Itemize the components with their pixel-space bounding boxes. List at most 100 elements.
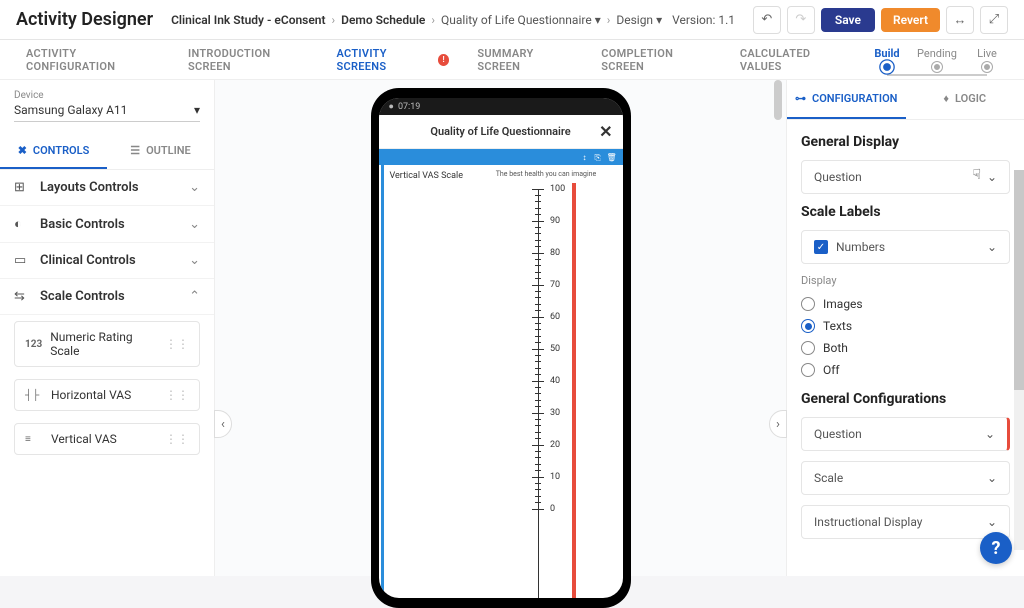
accordion-question[interactable]: Question ☟ ⌄ [801, 160, 1010, 194]
collapse-left-button[interactable]: ‹ [214, 410, 232, 438]
expand-h-button[interactable]: ↔ [946, 6, 974, 34]
vas-tick [535, 272, 541, 273]
right-scrollbar[interactable] [1014, 170, 1024, 550]
chevron-down-icon: ⌄ [189, 180, 200, 195]
tab-introduction-screen[interactable]: INTRODUCTION SCREEN [174, 35, 322, 85]
vas-tick [535, 342, 541, 343]
tab-outline[interactable]: ☰OUTLINE [107, 134, 214, 169]
vas-tick [535, 355, 541, 356]
chevron-down-icon: ⌄ [985, 427, 995, 441]
stage-live[interactable]: Live [977, 47, 997, 60]
vas-tick [535, 329, 541, 330]
vas-tick [535, 489, 541, 490]
tab-completion-screen[interactable]: COMPLETION SCREEN [587, 35, 726, 85]
radio-both[interactable]: Both [801, 337, 1010, 359]
chevron-down-icon: ⌄ [987, 515, 997, 529]
vas-tick-label: 50 [550, 344, 560, 354]
vas-tick [535, 227, 541, 228]
toggle-icon: ◐ [14, 216, 30, 232]
checkbox-checked-icon[interactable]: ✓ [814, 240, 828, 254]
tab-activity-configuration[interactable]: ACTIVITY CONFIGURATION [12, 35, 174, 85]
vas-tick [532, 381, 544, 382]
vas-tick [535, 400, 541, 401]
crumb-3[interactable]: Design ▾ [616, 13, 662, 27]
tab-summary-screen[interactable]: SUMMARY SCREEN [463, 35, 587, 85]
crumb-2[interactable]: Quality of Life Questionnaire ▾ [441, 13, 601, 27]
radio-images[interactable]: Images [801, 293, 1010, 315]
control-horizontal-vas[interactable]: ┤├ Horizontal VAS ⋮⋮ [14, 379, 200, 411]
drag-handle-icon[interactable]: ⋮⋮ [165, 432, 189, 446]
cursor-icon: ☟ [972, 167, 981, 183]
stage-pending[interactable]: Pending [917, 47, 957, 60]
tab-calculated-values[interactable]: CALCULATED VALUES [726, 35, 862, 85]
undo-button[interactable]: ↶ [753, 6, 781, 34]
accordion-gen-instructional[interactable]: Instructional Display⌄ [801, 505, 1010, 539]
group-basic-controls[interactable]: ◐ Basic Controls ⌄ [0, 206, 214, 243]
app-title: Activity Designer [16, 9, 153, 30]
vas-tick [535, 201, 541, 202]
tab-controls[interactable]: ✖CONTROLS [0, 134, 107, 169]
vas-tick [535, 483, 541, 484]
vas-top-hint: The best health you can imagine [496, 171, 597, 179]
device-label: Device [14, 90, 200, 101]
vas-tick [532, 509, 544, 510]
accordion-gen-question[interactable]: Question⌄ [801, 417, 1010, 451]
vas-scale[interactable]: 1009080706050403020100 [516, 183, 576, 598]
canvas-scrollbar[interactable] [774, 80, 782, 576]
vas-tick [535, 432, 541, 433]
group-layouts-controls[interactable]: ⊞ Layouts Controls ⌄ [0, 170, 214, 206]
vas-tick-label: 40 [550, 376, 560, 386]
close-icon[interactable]: ✕ [599, 122, 612, 141]
tab-logic[interactable]: ♦LOGIC [906, 80, 1024, 119]
vas-tick-label: 80 [550, 248, 560, 258]
vas-tick [535, 470, 541, 471]
vas-tick-label: 20 [550, 440, 560, 450]
vas-tick [532, 445, 544, 446]
vas-tick [535, 304, 541, 305]
reorder-icon[interactable]: ↕ [583, 153, 591, 161]
vas-tick [535, 393, 541, 394]
revert-button[interactable]: Revert [881, 8, 940, 32]
device-preview: ● 07:19 Quality of Life Questionnaire ✕ … [371, 88, 631, 608]
chevron-down-icon: ⌄ [189, 253, 200, 268]
delete-icon[interactable]: 🗑 [607, 153, 615, 161]
chevron-down-icon: ▾ [656, 13, 662, 27]
accordion-gen-scale[interactable]: Scale⌄ [801, 461, 1010, 495]
tab-configuration[interactable]: ⊶CONFIGURATION [787, 80, 906, 119]
device-select[interactable]: Samsung Galaxy A11▾ [14, 103, 200, 122]
control-numeric-rating-scale[interactable]: 123 Numeric Rating Scale ⋮⋮ [14, 321, 200, 367]
save-button[interactable]: Save [821, 8, 875, 32]
radio-texts[interactable]: Texts [801, 315, 1010, 337]
control-vertical-vas[interactable]: ≡ Vertical VAS ⋮⋮ [14, 423, 200, 455]
chevron-down-icon: ⌄ [189, 217, 200, 232]
vas-tick [535, 310, 541, 311]
vas-tick [535, 457, 541, 458]
collapse-right-button[interactable]: › [769, 410, 787, 438]
help-button[interactable]: ? [980, 532, 1012, 564]
vas-tick-label: 100 [550, 184, 565, 194]
section-general-display: General Display [801, 134, 1010, 150]
tab-activity-screens[interactable]: ACTIVITY SCREENS! [322, 35, 463, 85]
fullscreen-button[interactable]: ⤢ [980, 6, 1008, 34]
vas-tick [535, 278, 541, 279]
crumb-0[interactable]: Clinical Ink Study - eConsent [171, 13, 325, 27]
hvas-icon: ┤├ [25, 390, 43, 401]
crumb-1[interactable]: Demo Schedule [341, 13, 425, 27]
vas-slider-track[interactable] [572, 183, 576, 598]
copy-icon[interactable]: ⎘ [595, 153, 603, 161]
vas-tick [535, 265, 541, 266]
redo-button[interactable]: ↷ [787, 6, 815, 34]
alert-icon: ! [438, 54, 449, 66]
slider-icon: ⇆ [14, 289, 30, 304]
layout-icon: ⊞ [14, 180, 30, 195]
vas-tick-label: 10 [550, 472, 560, 482]
group-clinical-controls[interactable]: ▭ Clinical Controls ⌄ [0, 243, 214, 279]
workflow-stages: Build Pending Live [862, 47, 1012, 72]
drag-handle-icon[interactable]: ⋮⋮ [165, 388, 189, 402]
drag-handle-icon[interactable]: ⋮⋮ [165, 337, 189, 351]
stage-build[interactable]: Build [874, 47, 899, 60]
group-scale-controls[interactable]: ⇆ Scale Controls ⌃ [0, 279, 214, 315]
chevron-down-icon: ⌄ [987, 240, 997, 254]
radio-off[interactable]: Off [801, 359, 1010, 381]
accordion-numbers[interactable]: ✓Numbers ⌄ [801, 230, 1010, 264]
